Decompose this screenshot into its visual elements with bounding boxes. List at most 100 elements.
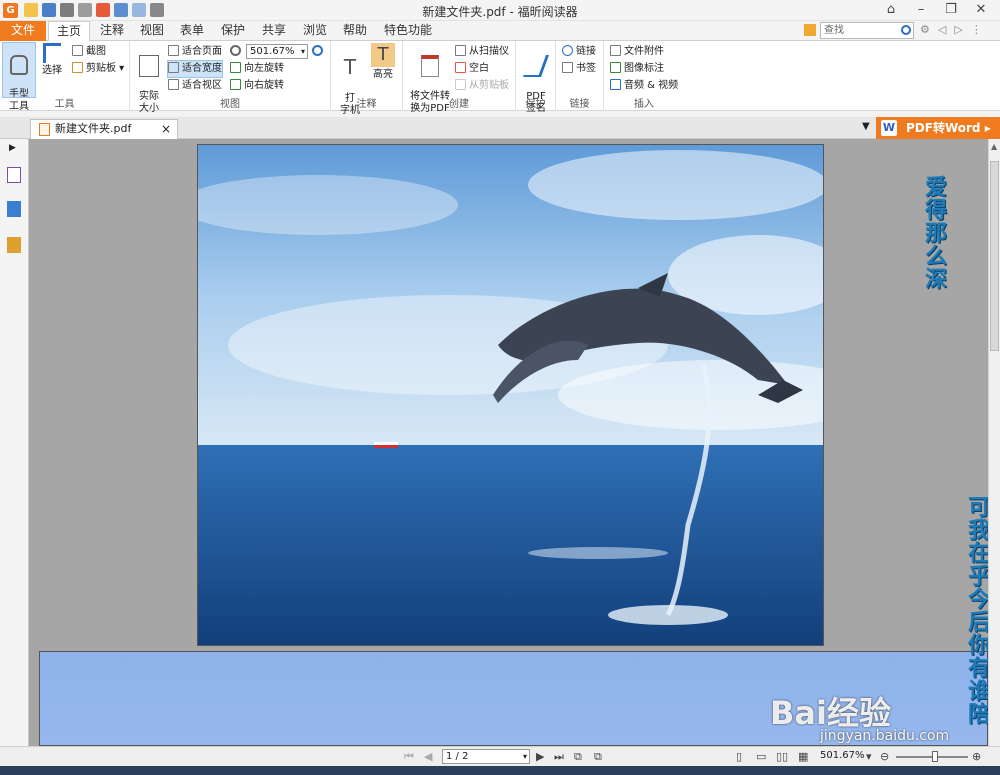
clipboard-icon	[72, 62, 83, 73]
fit-width-button[interactable]: 适合宽度	[167, 60, 223, 78]
group-links-label: 链接	[569, 99, 590, 110]
rotate-left-button[interactable]: 向左旋转	[230, 61, 284, 77]
tab-view[interactable]: 视图	[132, 21, 172, 41]
file-attachment-button[interactable]: 文件附件	[610, 44, 664, 60]
comments-panel-icon[interactable]	[7, 237, 21, 253]
vertical-scrollbar[interactable]: ▲	[988, 139, 1000, 746]
search-input[interactable]: 查找	[820, 22, 914, 39]
facing-icon[interactable]: ▯▯	[776, 750, 788, 763]
tab-features[interactable]: 特色功能	[376, 21, 440, 41]
os-taskbar	[0, 766, 1000, 775]
back-icon[interactable]: ◁	[938, 23, 946, 36]
page-number-input[interactable]: 1 / 2 ▾	[442, 749, 530, 764]
pdf-to-word-button[interactable]: W PDF转Word ▸	[876, 117, 1000, 139]
tab-list-dropdown-icon[interactable]: ▼	[862, 121, 870, 132]
previous-view-icon[interactable]: ⧉	[574, 750, 582, 764]
tab-protect[interactable]: 保护	[213, 21, 253, 41]
hand-tool-button[interactable]: 手型 工具	[2, 42, 36, 112]
scroll-up-icon[interactable]: ▲	[991, 142, 997, 151]
pages-panel-icon[interactable]	[7, 201, 21, 217]
actual-size-icon	[139, 55, 159, 77]
zoom-select[interactable]: 501.67% ▾	[246, 44, 308, 59]
zoom-dropdown-icon[interactable]: ▾	[866, 750, 872, 763]
document-tab[interactable]: 新建文件夹.pdf ×	[30, 119, 178, 139]
expand-panel-icon[interactable]: ▶	[9, 143, 16, 153]
tab-browse[interactable]: 浏览	[295, 21, 335, 41]
continuous-facing-icon[interactable]: ▦	[798, 750, 808, 763]
folder-icon[interactable]	[804, 24, 816, 36]
close-button[interactable]: ✕	[966, 0, 996, 21]
bookmark-icon	[562, 62, 573, 73]
pdf-page-1	[197, 144, 824, 646]
bookmarks-panel-icon[interactable]	[7, 167, 21, 183]
save-icon[interactable]	[42, 3, 56, 17]
redo-icon[interactable]	[132, 3, 146, 17]
group-links: 链接 书签 链接	[556, 41, 604, 111]
single-page-icon[interactable]: ▯	[736, 750, 742, 763]
fit-visible-button[interactable]: 适合视区	[168, 78, 222, 94]
gear-icon[interactable]: ⚙	[920, 23, 930, 36]
email-icon[interactable]	[78, 3, 92, 17]
undo-icon[interactable]	[114, 3, 128, 17]
zoom-out-icon[interactable]	[230, 45, 241, 56]
scroll-thumb[interactable]	[990, 161, 999, 351]
group-view: 实际 大小 适合页面 适合宽度 适合视区 501.67% ▾ 向左旋转 向右旋转…	[130, 41, 331, 114]
rotate-right-button[interactable]: 向右旋转	[230, 78, 284, 94]
snapshot-button[interactable]: 截图	[72, 44, 106, 60]
ribbon-tab-bar: 文件 主页 注释 视图 表单 保护 共享 浏览 帮助 特色功能 查找 ⚙ ◁ ▷…	[0, 21, 1000, 42]
ribbon: 手型 工具 选择 截图 剪贴板 ▾ 工具 实际 大小 适合页面 适合宽度 适合视…	[0, 41, 1000, 116]
next-view-icon[interactable]: ⧉	[594, 750, 602, 764]
from-clipboard-button[interactable]: 从剪贴板	[455, 78, 509, 94]
hand-dropdown-icon[interactable]	[150, 3, 164, 17]
clipboard-button[interactable]: 剪贴板 ▾	[72, 61, 124, 77]
close-tab-icon[interactable]: ×	[161, 120, 171, 138]
tab-comment[interactable]: 注释	[92, 21, 132, 41]
zoom-in-icon[interactable]	[312, 45, 323, 56]
dolphin-photo	[198, 145, 823, 645]
audio-video-button[interactable]: 音频 & 视频	[610, 78, 678, 94]
fit-page-button[interactable]: 适合页面	[168, 44, 222, 60]
last-page-icon[interactable]: ⏭	[554, 750, 564, 764]
forward-icon[interactable]: ▷	[954, 23, 962, 36]
bookmark-button[interactable]: 书签	[562, 61, 596, 77]
video-icon	[610, 79, 621, 90]
open-icon[interactable]	[24, 3, 38, 17]
group-comment-label: 注释	[356, 99, 377, 110]
next-page-icon[interactable]: ▶	[536, 750, 544, 763]
document-viewport[interactable]: 爱得那么深 可我在乎今后你有谁陪	[29, 139, 988, 746]
typewriter-icon: T	[343, 55, 357, 79]
image-icon	[610, 62, 621, 73]
blank-button[interactable]: 空白	[455, 61, 489, 77]
pen-icon	[522, 55, 550, 77]
highlight-button[interactable]: T 高亮	[369, 43, 397, 81]
tab-home[interactable]: 主页	[48, 21, 91, 42]
zoom-slider-handle[interactable]	[932, 751, 938, 762]
zoom-in-icon[interactable]: ⊕	[972, 750, 981, 763]
tab-share[interactable]: 共享	[254, 21, 294, 41]
tab-help[interactable]: 帮助	[335, 21, 375, 41]
image-annotation-button[interactable]: 图像标注	[610, 61, 664, 77]
print-icon[interactable]	[60, 3, 74, 17]
new-doc-icon[interactable]	[96, 3, 110, 17]
previous-page-icon[interactable]: ◀	[424, 750, 432, 763]
group-tools-label: 工具	[54, 99, 75, 110]
scanner-icon	[455, 45, 466, 56]
clipboard-icon	[455, 79, 466, 90]
from-scanner-button[interactable]: 从扫描仪	[455, 44, 509, 60]
continuous-icon[interactable]: ▭	[756, 750, 766, 763]
maximize-button[interactable]: ❐	[936, 0, 966, 21]
minimize-button[interactable]: –	[906, 0, 936, 21]
first-page-icon[interactable]: ⏮	[404, 750, 414, 764]
link-button[interactable]: 链接	[562, 44, 596, 60]
group-create: 将文件转 换为PDF 从扫描仪 空白 从剪贴板 创建	[403, 41, 516, 114]
tab-form[interactable]: 表单	[172, 21, 212, 41]
search-icon[interactable]	[901, 25, 911, 35]
tab-file[interactable]: 文件	[0, 21, 46, 41]
pdf-file-icon	[39, 123, 50, 136]
skin-icon[interactable]: ⌂	[876, 0, 906, 21]
quick-access-toolbar	[24, 3, 164, 17]
more-icon[interactable]: ⋮	[971, 23, 982, 36]
app-logo-icon[interactable]: G	[3, 3, 18, 18]
zoom-out-icon[interactable]: ⊖	[880, 750, 889, 763]
select-tool-button[interactable]: 选择	[38, 43, 66, 77]
